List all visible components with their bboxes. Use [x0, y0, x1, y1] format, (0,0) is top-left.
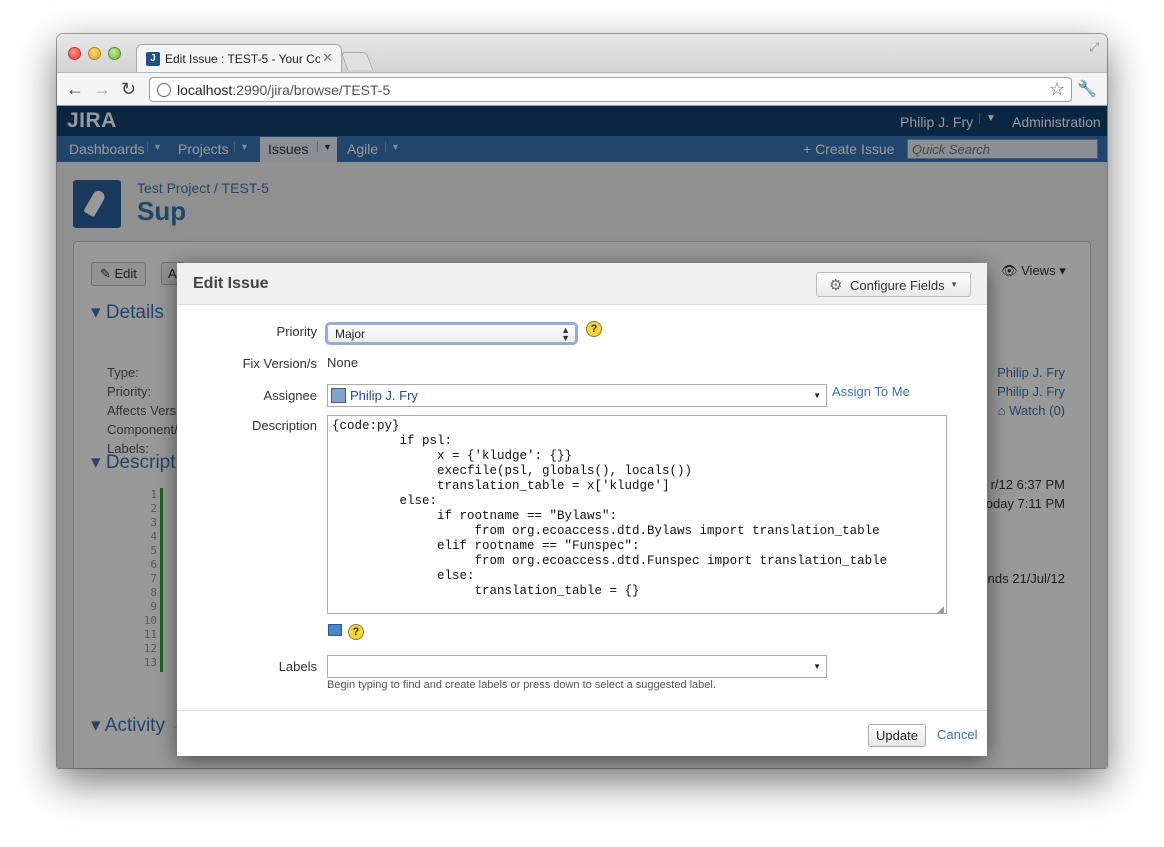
avatar — [331, 388, 346, 403]
bookmark-star-icon[interactable]: ☆ — [1049, 79, 1065, 100]
labels-hint: Begin typing to find and create labels o… — [327, 679, 716, 691]
assignee-value: Philip J. Fry — [350, 388, 418, 403]
forward-arrow-icon[interactable]: → — [93, 78, 111, 100]
jira-favicon-icon: J — [146, 52, 160, 66]
updown-arrows-icon: ▲ ▼ — [561, 325, 570, 343]
chevron-down-icon: ▼ — [950, 280, 958, 289]
priority-label: Priority — [276, 324, 317, 339]
assignee-label: Assignee — [263, 388, 317, 403]
wrench-icon[interactable]: 🔧 — [1077, 79, 1097, 99]
assign-to-me-link[interactable]: Assign To Me — [832, 384, 910, 399]
priority-value: Major — [335, 327, 366, 341]
resize-handle-icon[interactable]: ◢ — [937, 604, 944, 615]
browser-tab[interactable]: J Edit Issue : TEST-5 - Your Co ✕ — [136, 44, 342, 72]
cancel-link[interactable]: Cancel — [937, 727, 977, 742]
configure-fields-button[interactable]: ⚙ Configure Fields ▼ — [816, 272, 971, 297]
close-window-button[interactable] — [68, 47, 81, 60]
assignee-picker[interactable]: Philip J. Fry ▼ — [327, 384, 827, 407]
reload-icon[interactable]: ↻ — [121, 78, 136, 100]
url-path: :2990/jira/browse/TEST-5 — [232, 82, 391, 98]
browser-window: J Edit Issue : TEST-5 - Your Co ✕ ⤢ ← → … — [57, 34, 1107, 768]
chevron-down-icon[interactable]: ▼ — [813, 391, 821, 400]
globe-icon — [157, 83, 171, 97]
description-label: Description — [251, 418, 317, 433]
edit-issue-dialog: Edit Issue ⚙ Configure Fields ▼ Priority… — [177, 263, 987, 756]
zoom-window-button[interactable] — [108, 47, 121, 60]
dialog-title: Edit Issue — [193, 275, 269, 292]
chevron-down-icon[interactable]: ▼ — [813, 662, 821, 671]
tab-close-icon[interactable]: ✕ — [322, 50, 333, 66]
tab-strip: J Edit Issue : TEST-5 - Your Co ✕ ⤢ — [57, 34, 1107, 72]
gear-icon: ⚙ — [829, 277, 843, 294]
jira-page: JIRA Philip J. Fry ▼ Administration Dash… — [57, 106, 1107, 768]
dialog-header: Edit Issue ⚙ Configure Fields ▼ — [177, 263, 987, 305]
labels-label: Labels — [278, 659, 317, 674]
dialog-footer: Update Cancel — [177, 710, 987, 756]
minimize-window-button[interactable] — [88, 47, 101, 60]
help-icon[interactable]: ? — [348, 624, 364, 640]
labels-input[interactable]: ▼ — [327, 655, 827, 678]
fix-version-label: Fix Version/s — [242, 356, 317, 371]
help-icon[interactable]: ? — [586, 321, 602, 337]
back-arrow-icon[interactable]: ← — [66, 78, 84, 100]
priority-select[interactable]: Major ▲ ▼ — [327, 324, 576, 343]
fullscreen-icon[interactable]: ⤢ — [1089, 40, 1099, 55]
description-textarea[interactable]: {code:py} if psl: x = {'kludge': {}} exe… — [327, 415, 947, 614]
configure-fields-label: Configure Fields — [850, 278, 945, 293]
url-text: localhost:2990/jira/browse/TEST-5 — [177, 82, 390, 98]
update-button[interactable]: Update — [868, 724, 926, 747]
browser-toolbar: ← → ↻ localhost:2990/jira/browse/TEST-5 … — [57, 72, 1107, 106]
new-tab-button[interactable] — [340, 52, 374, 70]
wiki-preview-icon[interactable] — [328, 624, 342, 636]
fix-version-value: None — [327, 355, 359, 370]
address-bar[interactable]: localhost:2990/jira/browse/TEST-5 ☆ — [149, 77, 1072, 102]
tab-title: Edit Issue : TEST-5 - Your Co — [165, 52, 320, 66]
url-host: localhost — [177, 82, 233, 98]
